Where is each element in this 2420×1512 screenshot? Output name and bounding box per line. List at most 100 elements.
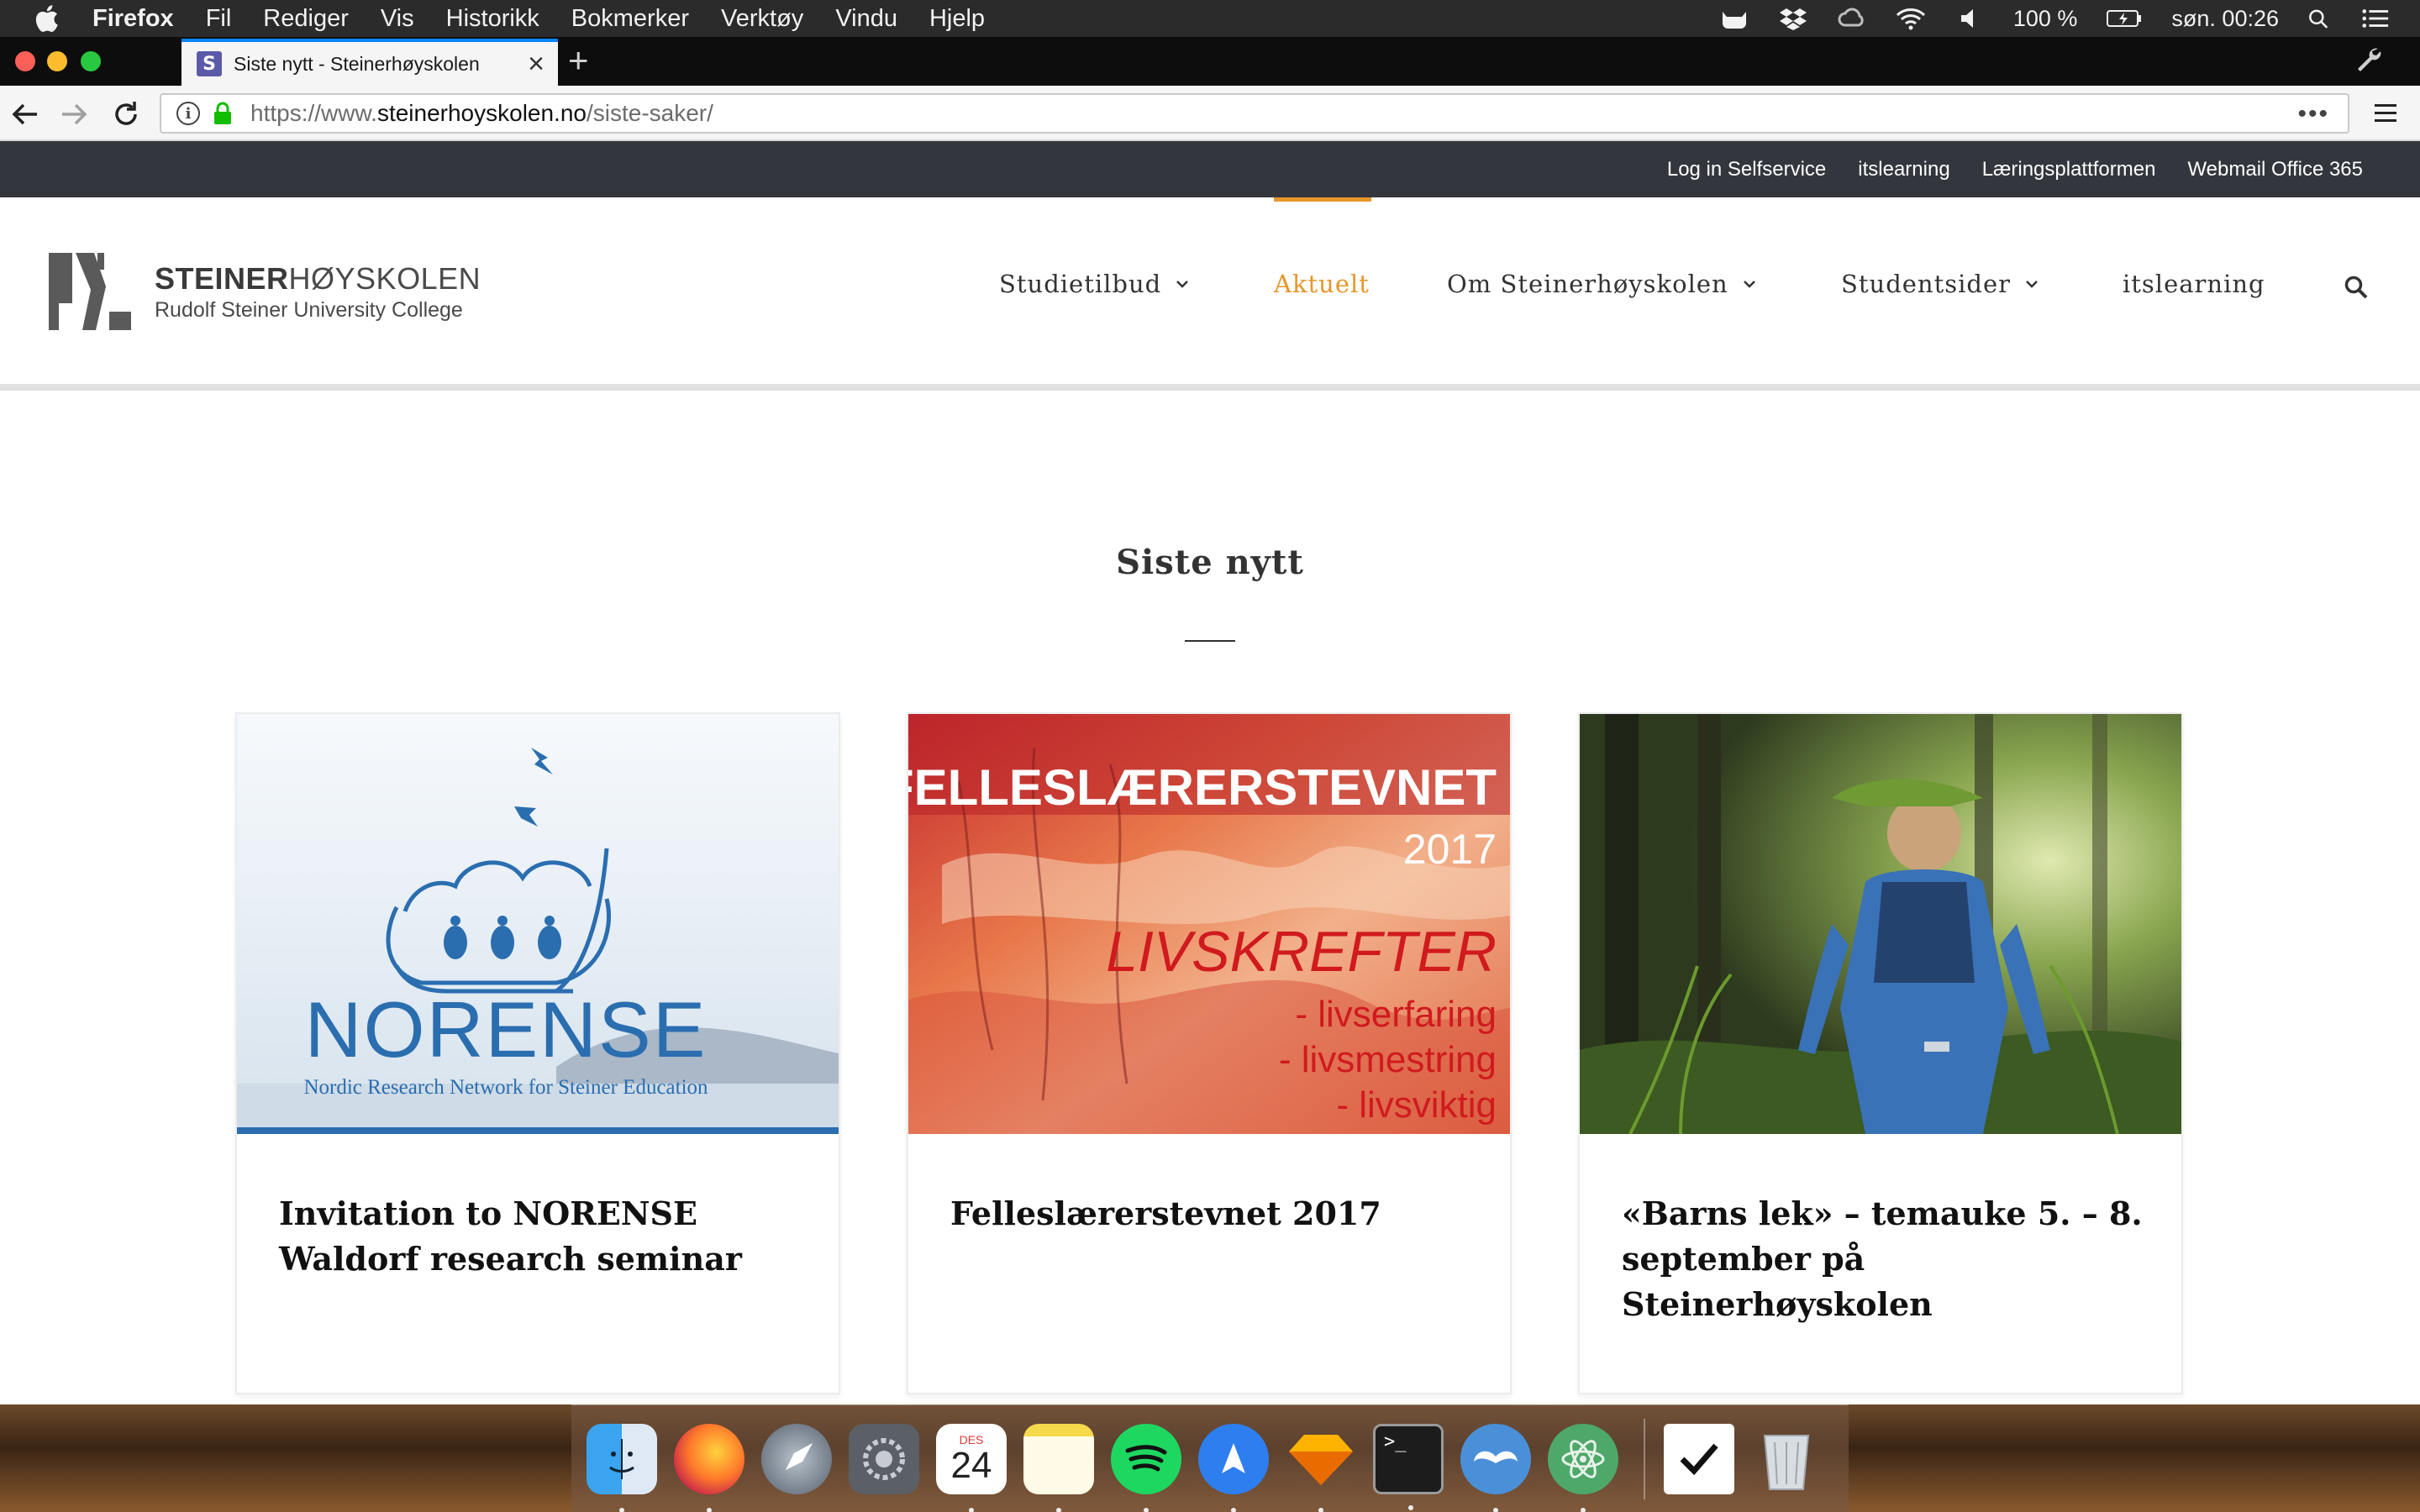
calendar-icon[interactable]: DES 24	[936, 1423, 1007, 1512]
card-title-barns-lek[interactable]: «Barns lek» – temauke 5. – 8. september …	[1622, 1191, 2143, 1327]
nav-itslearning-label: itslearning	[2123, 270, 2265, 298]
browser-tab-active[interactable]: S Siste nytt - Steinerhøyskolen ×	[182, 39, 558, 86]
title-divider	[1185, 640, 1235, 642]
page-actions-icon[interactable]: •••	[2297, 100, 2329, 129]
utility-bar: Log in Selfservice itslearning Læringspl…	[0, 141, 2420, 197]
poster-line-1: - livserfaring	[1295, 994, 1497, 1035]
mustache-app-icon[interactable]	[1460, 1423, 1531, 1512]
tasks-icon[interactable]	[1664, 1423, 1734, 1494]
search-icon[interactable]	[2344, 275, 2369, 300]
back-arrow-icon[interactable]	[8, 97, 42, 131]
spotify-icon[interactable]	[1111, 1423, 1181, 1512]
menu-fil[interactable]: Fil	[206, 5, 232, 33]
news-card-norense[interactable]: NORENSE Nordic Research Network for Stei…	[235, 712, 840, 1394]
tab-close-icon[interactable]: ×	[528, 49, 544, 79]
link-log-in-selfservice[interactable]: Log in Selfservice	[1667, 158, 1826, 181]
system-preferences-icon[interactable]	[849, 1423, 919, 1494]
firefox-icon[interactable]	[674, 1423, 744, 1512]
menu-rediger[interactable]: Rediger	[263, 5, 349, 33]
nav-studentsider[interactable]: Studentsider	[1841, 270, 2039, 298]
menu-app-name[interactable]: Firefox	[92, 5, 174, 33]
nav-studietilbud[interactable]: Studietilbud	[999, 270, 1190, 298]
card-image-norense[interactable]: NORENSE Nordic Research Network for Stei…	[237, 714, 839, 1134]
running-indicator	[619, 1507, 624, 1512]
main-navigation: Studietilbud Aktuelt Om Steinerhøyskolen…	[0, 197, 2420, 391]
window-close-button[interactable]	[15, 51, 35, 71]
menu-verktoy[interactable]: Verktøy	[721, 5, 803, 33]
running-indicator	[1318, 1507, 1323, 1512]
new-tab-button[interactable]: +	[568, 42, 589, 79]
menu-vis[interactable]: Vis	[381, 5, 414, 33]
forward-arrow-icon[interactable]	[57, 97, 91, 131]
poster-year: 2017	[1403, 826, 1497, 873]
atom-icon[interactable]	[1548, 1423, 1618, 1512]
window-minimize-button[interactable]	[47, 51, 67, 71]
page-title: Siste nytt	[1116, 543, 1304, 582]
news-card-fellesaererstevnet[interactable]: FELLESLÆRERSTEVNET 2017 LIVSKREFTER - li…	[907, 712, 1512, 1394]
nav-om-label: Om Steinerhøyskolen	[1447, 270, 1728, 298]
site-header: STEINERHØYSKOLEN Rudolf Steiner Universi…	[0, 197, 2420, 391]
trash-icon[interactable]	[1751, 1424, 1822, 1494]
dropbox-icon[interactable]	[1778, 7, 1808, 30]
menu-hjelp[interactable]: Hjelp	[929, 5, 985, 33]
link-laeringsplattformen[interactable]: Læringsplattformen	[1982, 158, 2156, 181]
site-info-icon[interactable]: i	[176, 102, 200, 125]
wifi-icon[interactable]	[1896, 7, 1926, 30]
browser-nav-bar: i https://www.steinerhoyskolen.no/siste-…	[0, 86, 2420, 141]
battery-icon[interactable]	[2106, 7, 2143, 30]
window-zoom-button[interactable]	[81, 51, 101, 71]
hamburger-menu-icon[interactable]	[2371, 101, 2400, 126]
poster-theme: LIVSKREFTER	[1106, 920, 1497, 984]
nav-aktuelt-label: Aktuelt	[1274, 270, 1370, 298]
site-favicon-icon: S	[197, 51, 222, 76]
launchpad-icon[interactable]	[761, 1423, 832, 1494]
poster-heading: FELLESLÆRERSTEVNET	[908, 759, 1497, 816]
nav-itslearning[interactable]: itslearning	[2123, 270, 2265, 298]
nav-aktuelt[interactable]: Aktuelt	[1274, 270, 1370, 298]
reload-icon[interactable]	[109, 97, 143, 131]
secure-lock-icon[interactable]	[212, 102, 234, 125]
card-image-barns-lek[interactable]	[1580, 714, 2181, 1134]
menu-vindu[interactable]: Vindu	[835, 5, 897, 33]
running-indicator	[1408, 1504, 1413, 1510]
menu-historikk[interactable]: Historikk	[446, 5, 539, 33]
notification-center-icon[interactable]	[2361, 7, 2390, 30]
terminal-icon[interactable]: >_	[1373, 1423, 1444, 1510]
card-title-fellesaererstevnet[interactable]: Felleslærerstevnet 2017	[950, 1191, 1471, 1236]
notes-icon[interactable]	[1023, 1423, 1094, 1512]
link-webmail-office-365[interactable]: Webmail Office 365	[2187, 158, 2363, 181]
cat-status-icon[interactable]	[1719, 7, 1749, 30]
child-in-forest-photo	[1580, 714, 2181, 1134]
finder-icon[interactable]	[587, 1423, 657, 1512]
macos-dock: DES 24 >_	[571, 1404, 1849, 1512]
running-indicator	[1144, 1507, 1149, 1512]
sketch-icon[interactable]	[1286, 1424, 1356, 1512]
nav-om-steinerhoyskolen[interactable]: Om Steinerhøyskolen	[1447, 270, 1757, 298]
battery-percent: 100 %	[2012, 5, 2078, 31]
menubar-status-area: 100 % søn. 00:26	[1719, 0, 2390, 37]
link-itslearning-top[interactable]: itslearning	[1858, 158, 1949, 181]
tab-title: Siste nytt - Steinerhøyskolen	[234, 52, 480, 75]
creative-cloud-icon[interactable]	[1837, 7, 1867, 30]
url-domain: steinerhoyskolen.no	[376, 100, 587, 126]
card-title-norense[interactable]: Invitation to NORENSE Waldorf research s…	[279, 1191, 800, 1282]
card-image-fellesaererstevnet[interactable]: FELLESLÆRERSTEVNET 2017 LIVSKREFTER - li…	[908, 714, 1510, 1134]
chevron-down-icon	[2026, 281, 2038, 288]
nav-studietilbud-label: Studietilbud	[999, 270, 1162, 298]
news-card-barns-lek[interactable]: «Barns lek» – temauke 5. – 8. september …	[1578, 712, 2183, 1394]
spotlight-search-icon[interactable]	[2307, 7, 2333, 30]
wrench-icon[interactable]	[2353, 45, 2383, 76]
menubar-clock[interactable]: søn. 00:26	[2171, 6, 2279, 32]
running-indicator	[707, 1507, 712, 1512]
fellesaererstevnet-poster-image: FELLESLÆRERSTEVNET 2017 LIVSKREFTER - li…	[908, 714, 1510, 1134]
poster-line-3: - livsviktig	[1336, 1084, 1497, 1126]
address-bar[interactable]: i https://www.steinerhoyskolen.no/siste-…	[160, 93, 2349, 134]
menu-bokmerker[interactable]: Bokmerker	[571, 5, 689, 33]
volume-icon[interactable]	[1954, 7, 1985, 30]
navigation-app-icon[interactable]	[1198, 1423, 1269, 1512]
chevron-down-icon	[1743, 281, 1755, 288]
norense-image-caption: Nordic Research Network for Steiner Educ…	[303, 1076, 708, 1099]
running-indicator	[1581, 1507, 1586, 1512]
apple-menu-icon[interactable]	[34, 4, 59, 33]
url-text[interactable]: https://www.steinerhoyskolen.no/siste-sa…	[250, 100, 713, 127]
